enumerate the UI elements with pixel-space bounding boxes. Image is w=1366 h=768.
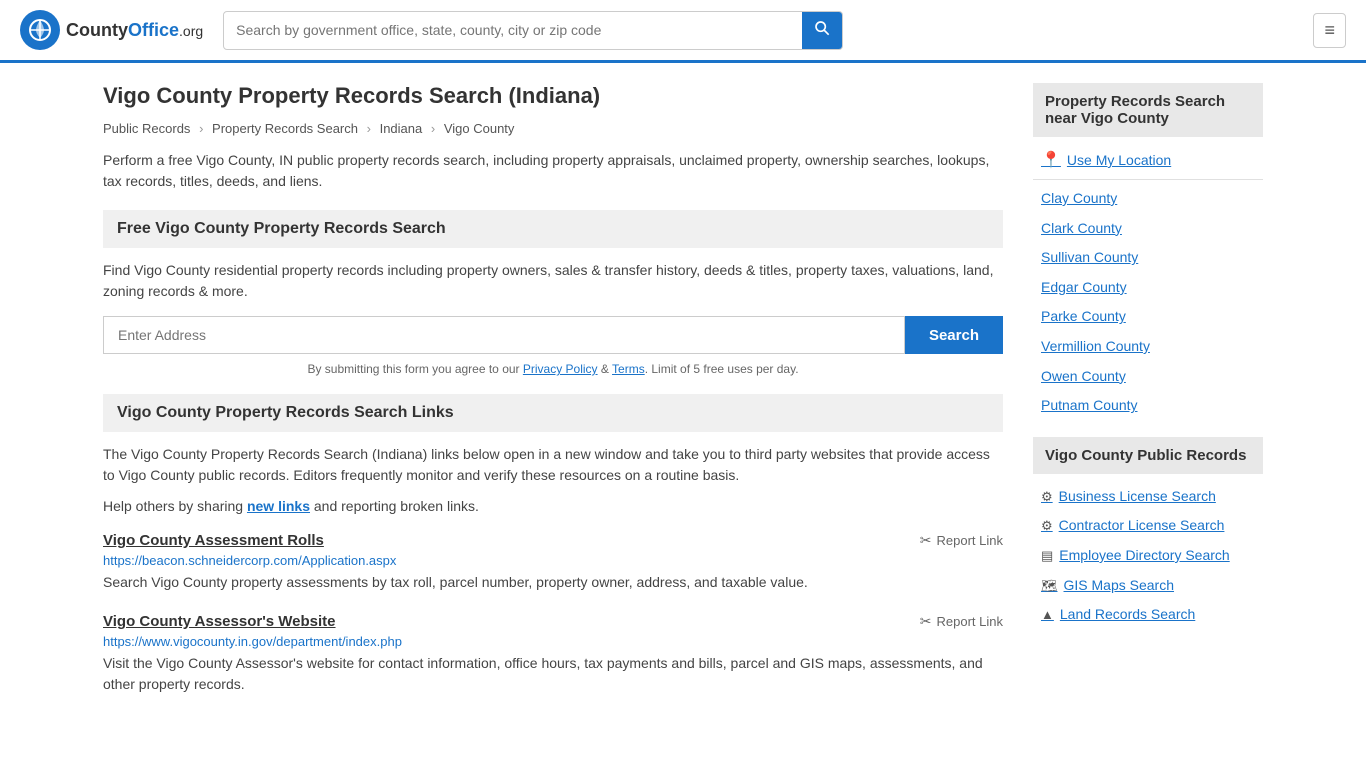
sidebar-county-clay[interactable]: Clay County bbox=[1033, 184, 1263, 214]
sidebar: Property Records Search near Vigo County… bbox=[1033, 83, 1263, 715]
sidebar-county-clark[interactable]: Clark County bbox=[1033, 214, 1263, 244]
breadcrumb-public-records[interactable]: Public Records bbox=[103, 121, 190, 136]
link-url-assessor-website[interactable]: https://www.vigocounty.in.gov/department… bbox=[103, 634, 1003, 649]
link-item-assessment-rolls: Vigo County Assessment Rolls ✂ Report Li… bbox=[103, 532, 1003, 593]
privacy-policy-link[interactable]: Privacy Policy bbox=[523, 362, 598, 376]
sidebar-county-vermillion[interactable]: Vermillion County bbox=[1033, 332, 1263, 362]
report-icon-2: ✂ bbox=[920, 613, 932, 630]
page-title: Vigo County Property Records Search (Ind… bbox=[103, 83, 1003, 109]
breadcrumb-property-records[interactable]: Property Records Search bbox=[212, 121, 358, 136]
form-disclaimer: By submitting this form you agree to our… bbox=[103, 362, 1003, 376]
new-links-link[interactable]: new links bbox=[247, 498, 310, 514]
sidebar-divider-0 bbox=[1033, 179, 1263, 180]
map-icon-gis: 🗺 bbox=[1041, 577, 1058, 595]
link-item-header-1: Vigo County Assessment Rolls ✂ Report Li… bbox=[103, 532, 1003, 549]
global-search-button[interactable] bbox=[802, 12, 842, 49]
page-container: Vigo County Property Records Search (Ind… bbox=[83, 63, 1283, 735]
logo-link[interactable]: CountyOffice.org bbox=[20, 10, 203, 50]
sidebar-link-gis-maps[interactable]: 🗺 GIS Maps Search bbox=[1033, 571, 1263, 601]
links-section-header: Vigo County Property Records Search Link… bbox=[103, 394, 1003, 432]
share-line: Help others by sharing new links and rep… bbox=[103, 498, 1003, 514]
link-title-assessment-rolls[interactable]: Vigo County Assessment Rolls bbox=[103, 532, 324, 549]
report-link-2[interactable]: ✂ Report Link bbox=[920, 613, 1003, 630]
global-search-input[interactable] bbox=[224, 14, 802, 46]
use-my-location-link[interactable]: 📍 Use My Location bbox=[1033, 145, 1263, 175]
links-description: The Vigo County Property Records Search … bbox=[103, 444, 1003, 486]
global-search-bar bbox=[223, 11, 843, 50]
breadcrumb: Public Records › Property Records Search… bbox=[103, 121, 1003, 136]
logo-icon bbox=[20, 10, 60, 50]
hamburger-button[interactable]: ≡ bbox=[1313, 13, 1346, 48]
link-desc-assessment-rolls: Search Vigo County property assessments … bbox=[103, 572, 1003, 593]
report-icon-1: ✂ bbox=[920, 532, 932, 549]
sidebar-county-edgar[interactable]: Edgar County bbox=[1033, 273, 1263, 303]
link-desc-assessor-website: Visit the Vigo County Assessor's website… bbox=[103, 653, 1003, 695]
list-icon-employee: ▤ bbox=[1041, 547, 1053, 565]
sidebar-county-parke[interactable]: Parke County bbox=[1033, 302, 1263, 332]
gear-icon-contractor: ⚙ bbox=[1041, 517, 1053, 535]
sidebar-link-business-license[interactable]: ⚙ Business License Search bbox=[1033, 482, 1263, 512]
sidebar-link-employee-directory[interactable]: ▤ Employee Directory Search bbox=[1033, 541, 1263, 571]
link-url-assessment-rolls[interactable]: https://beacon.schneidercorp.com/Applica… bbox=[103, 553, 1003, 568]
breadcrumb-vigo-county[interactable]: Vigo County bbox=[444, 121, 515, 136]
pin-icon: 📍 bbox=[1041, 150, 1061, 170]
sidebar-county-sullivan[interactable]: Sullivan County bbox=[1033, 243, 1263, 273]
free-search-description: Find Vigo County residential property re… bbox=[103, 260, 1003, 302]
breadcrumb-sep-1: › bbox=[199, 121, 203, 136]
terms-link[interactable]: Terms bbox=[612, 362, 645, 376]
link-item-assessor-website: Vigo County Assessor's Website ✂ Report … bbox=[103, 613, 1003, 695]
sidebar-link-contractor-license[interactable]: ⚙ Contractor License Search bbox=[1033, 511, 1263, 541]
breadcrumb-sep-3: › bbox=[431, 121, 435, 136]
link-item-header-2: Vigo County Assessor's Website ✂ Report … bbox=[103, 613, 1003, 630]
main-content: Vigo County Property Records Search (Ind… bbox=[103, 83, 1003, 715]
public-records-section-title: Vigo County Public Records bbox=[1033, 437, 1263, 474]
nearby-county-list: 📍 Use My Location Clay County Clark Coun… bbox=[1033, 145, 1263, 421]
logo-text: CountyOffice.org bbox=[66, 20, 203, 41]
breadcrumb-sep-2: › bbox=[367, 121, 371, 136]
nearby-section-title: Property Records Search near Vigo County bbox=[1033, 83, 1263, 137]
sidebar-county-owen[interactable]: Owen County bbox=[1033, 362, 1263, 392]
breadcrumb-indiana[interactable]: Indiana bbox=[380, 121, 423, 136]
report-link-1[interactable]: ✂ Report Link bbox=[920, 532, 1003, 549]
site-header: CountyOffice.org ≡ bbox=[0, 0, 1366, 63]
sidebar-link-land-records[interactable]: ▲ Land Records Search bbox=[1033, 600, 1263, 630]
header-right: ≡ bbox=[1313, 13, 1346, 48]
link-title-assessor-website[interactable]: Vigo County Assessor's Website bbox=[103, 613, 336, 630]
address-search-button[interactable]: Search bbox=[905, 316, 1003, 354]
sidebar-county-putnam[interactable]: Putnam County bbox=[1033, 391, 1263, 421]
address-search-input[interactable] bbox=[103, 316, 905, 354]
address-search-form: Search bbox=[103, 316, 1003, 354]
page-description: Perform a free Vigo County, IN public pr… bbox=[103, 150, 1003, 192]
gear-icon-business: ⚙ bbox=[1041, 488, 1053, 506]
land-icon: ▲ bbox=[1041, 606, 1054, 624]
free-search-section-header: Free Vigo County Property Records Search bbox=[103, 210, 1003, 248]
